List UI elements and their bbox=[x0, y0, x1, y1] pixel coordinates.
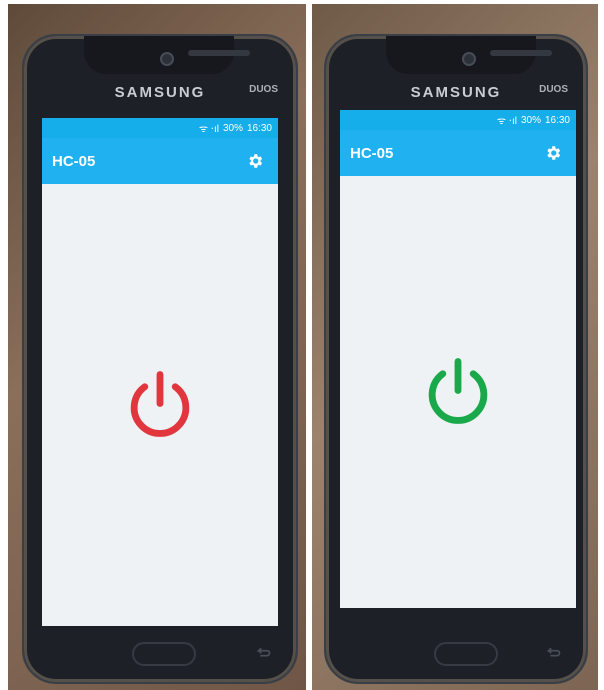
clock: 16:30 bbox=[544, 114, 570, 126]
main-content bbox=[42, 184, 278, 626]
power-icon[interactable] bbox=[420, 354, 496, 430]
right-photo-panel: SAMSUNG DUOS ᯤ ‧ıl 30% 16:30 HC-05 bbox=[312, 4, 598, 690]
clock: 16:30 bbox=[246, 122, 272, 134]
power-icon[interactable] bbox=[122, 367, 198, 443]
right-screen: ᯤ ‧ıl 30% 16:30 HC-05 bbox=[340, 110, 576, 608]
signal-icons: ᯤ ‧ıl bbox=[198, 124, 219, 135]
camera-icon bbox=[462, 52, 476, 66]
left-screen: ᯤ ‧ıl 30% 16:30 HC-05 bbox=[42, 118, 278, 626]
status-bar: ᯤ ‧ıl 30% 16:30 bbox=[340, 110, 576, 130]
app-bar: HC-05 bbox=[42, 138, 278, 184]
right-speaker-area bbox=[386, 36, 552, 74]
battery-percent: 30% bbox=[222, 122, 243, 134]
left-photo-panel: SAMSUNG DUOS ᯤ ‧ıl 30% 16:30 HC-05 bbox=[8, 4, 306, 690]
app-title: HC-05 bbox=[350, 144, 394, 162]
home-button[interactable] bbox=[434, 642, 498, 666]
duos-badge: DUOS bbox=[249, 84, 278, 95]
app-bar: HC-05 bbox=[340, 130, 576, 176]
nav-keys bbox=[24, 632, 296, 672]
photo: SAMSUNG DUOS ᯤ ‧ıl 30% 16:30 HC-05 SAMSU… bbox=[0, 0, 604, 690]
home-button[interactable] bbox=[132, 642, 196, 666]
left-phone: SAMSUNG DUOS ᯤ ‧ıl 30% 16:30 HC-05 bbox=[22, 34, 298, 684]
signal-icons: ᯤ ‧ıl bbox=[496, 116, 517, 127]
speaker-grille bbox=[490, 50, 552, 56]
status-bar: ᯤ ‧ıl 30% 16:30 bbox=[42, 118, 278, 138]
back-icon[interactable] bbox=[542, 644, 562, 664]
left-speaker-area bbox=[84, 36, 250, 74]
gear-icon[interactable] bbox=[246, 152, 264, 170]
right-phone: SAMSUNG DUOS ᯤ ‧ıl 30% 16:30 HC-05 bbox=[324, 34, 588, 684]
nav-keys bbox=[326, 632, 586, 672]
app-title: HC-05 bbox=[52, 152, 96, 170]
camera-icon bbox=[160, 52, 174, 66]
duos-badge: DUOS bbox=[539, 84, 568, 95]
main-content bbox=[340, 176, 576, 608]
back-icon[interactable] bbox=[252, 644, 272, 664]
battery-percent: 30% bbox=[520, 114, 541, 126]
gear-icon[interactable] bbox=[544, 144, 562, 162]
speaker-grille bbox=[188, 50, 250, 56]
